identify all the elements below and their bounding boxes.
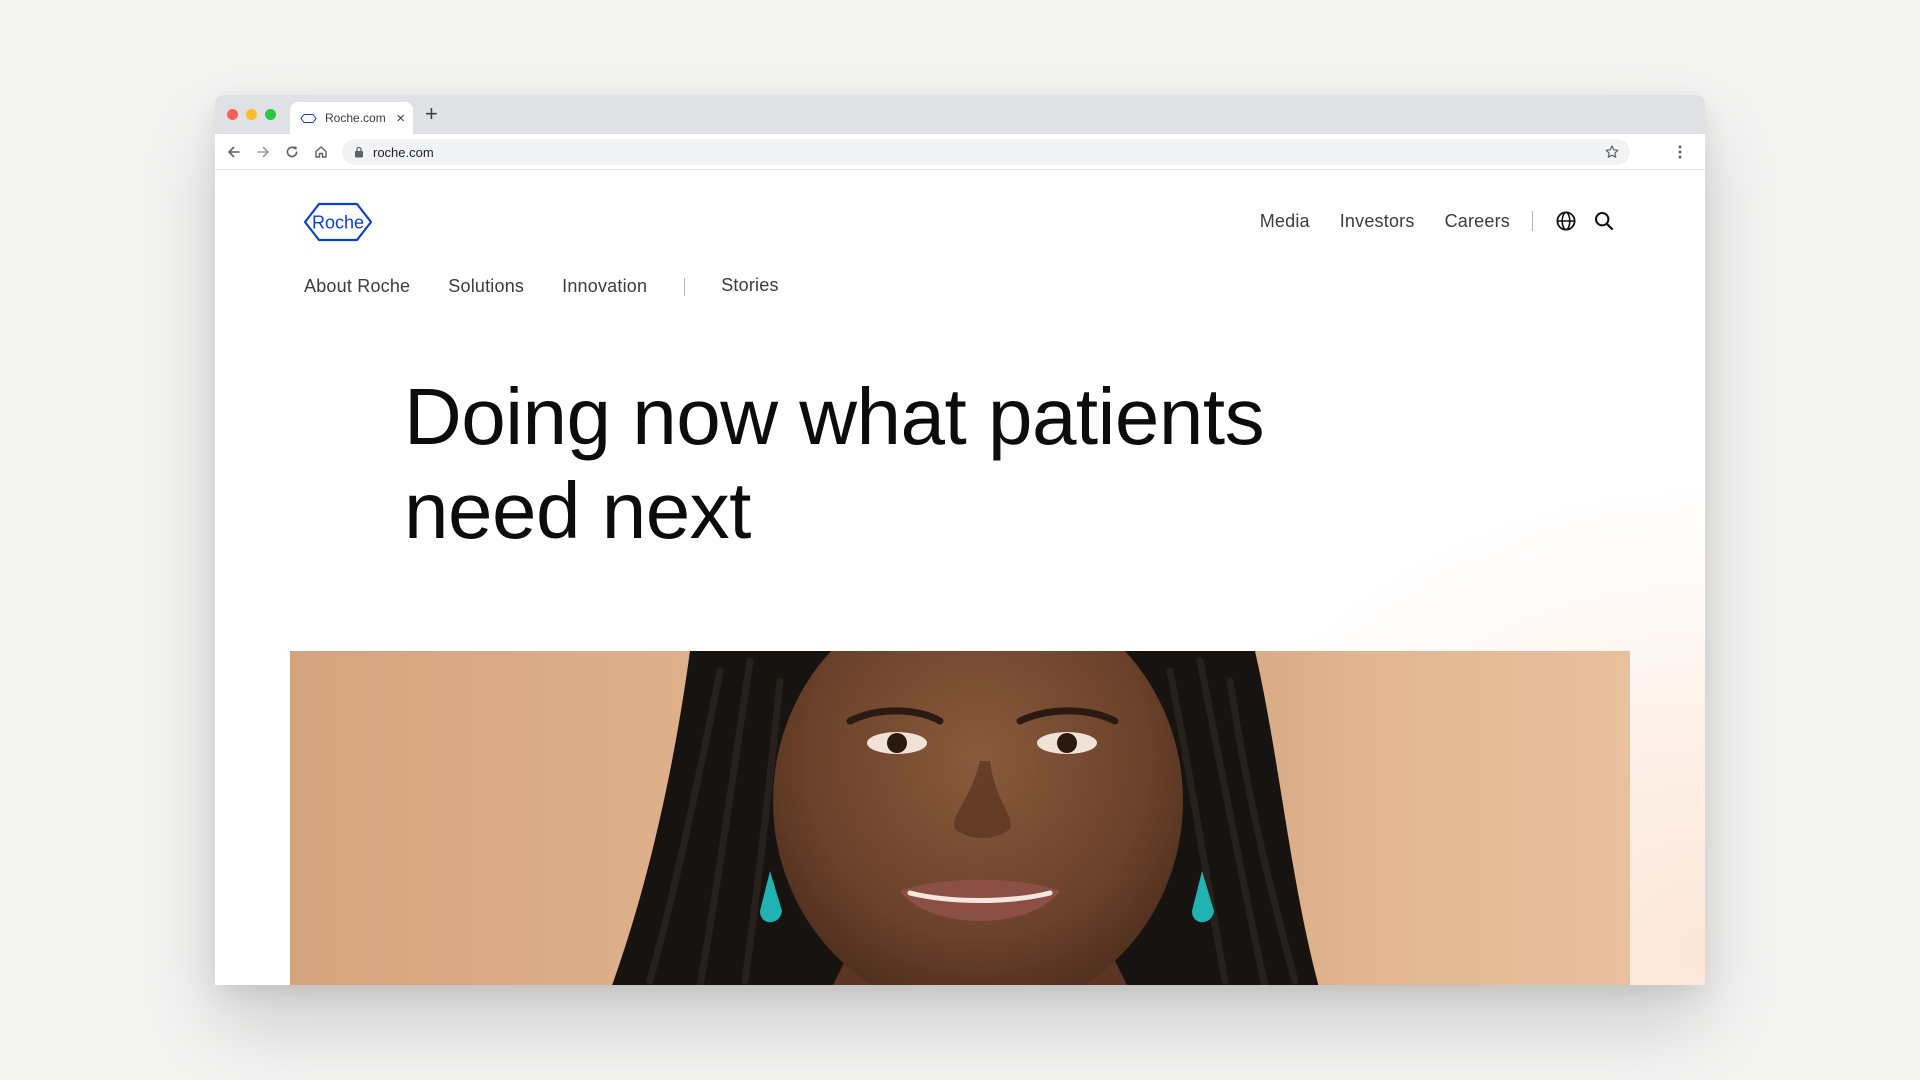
minimize-window-button[interactable] xyxy=(246,109,257,120)
nav-divider xyxy=(684,277,686,296)
utility-nav: Media Investors Careers xyxy=(1230,210,1615,232)
nav-link-stories[interactable]: Stories xyxy=(721,275,778,296)
url-text: roche.com xyxy=(373,144,434,160)
new-tab-button[interactable]: + xyxy=(425,103,438,125)
maximize-window-button[interactable] xyxy=(265,109,276,120)
nav-link-innovation[interactable]: Innovation xyxy=(562,276,647,297)
star-icon[interactable] xyxy=(1604,144,1620,160)
nav-divider xyxy=(1532,211,1533,231)
browser-window: Roche.com × + roche.com Roche Media Inve… xyxy=(215,95,1705,985)
nav-link-solutions[interactable]: Solutions xyxy=(448,276,524,297)
search-icon[interactable] xyxy=(1593,210,1615,232)
tab-title: Roche.com xyxy=(325,111,386,125)
arrow-left-icon[interactable] xyxy=(225,143,243,161)
window-controls xyxy=(227,109,276,120)
reload-icon[interactable] xyxy=(283,143,301,161)
web-page: Roche Media Investors Careers About Roch… xyxy=(215,170,1705,985)
lock-icon xyxy=(354,146,364,158)
nav-link-media[interactable]: Media xyxy=(1260,211,1310,232)
browser-tab[interactable]: Roche.com × xyxy=(290,102,413,134)
nav-link-investors[interactable]: Investors xyxy=(1340,211,1415,232)
nav-link-careers[interactable]: Careers xyxy=(1445,211,1510,232)
globe-icon[interactable] xyxy=(1555,210,1577,232)
roche-logo[interactable]: Roche xyxy=(303,202,373,242)
nav-link-about-roche[interactable]: About Roche xyxy=(304,276,410,297)
logo-wordmark: Roche xyxy=(312,213,364,233)
home-icon[interactable] xyxy=(312,143,330,161)
hero-portrait-image xyxy=(290,651,1630,985)
browser-toolbar: roche.com xyxy=(215,134,1705,170)
hero-title: Doing now what patients need next xyxy=(404,372,1265,555)
roche-favicon-icon xyxy=(300,113,317,123)
arrow-right-icon[interactable] xyxy=(254,143,272,161)
tab-bar: Roche.com × + xyxy=(215,95,1705,134)
main-nav: About Roche Solutions Innovation Stories xyxy=(304,275,817,297)
close-tab-icon[interactable]: × xyxy=(396,111,405,126)
kebab-menu-icon[interactable] xyxy=(1677,144,1683,160)
address-bar[interactable]: roche.com xyxy=(342,139,1630,165)
close-window-button[interactable] xyxy=(227,109,238,120)
